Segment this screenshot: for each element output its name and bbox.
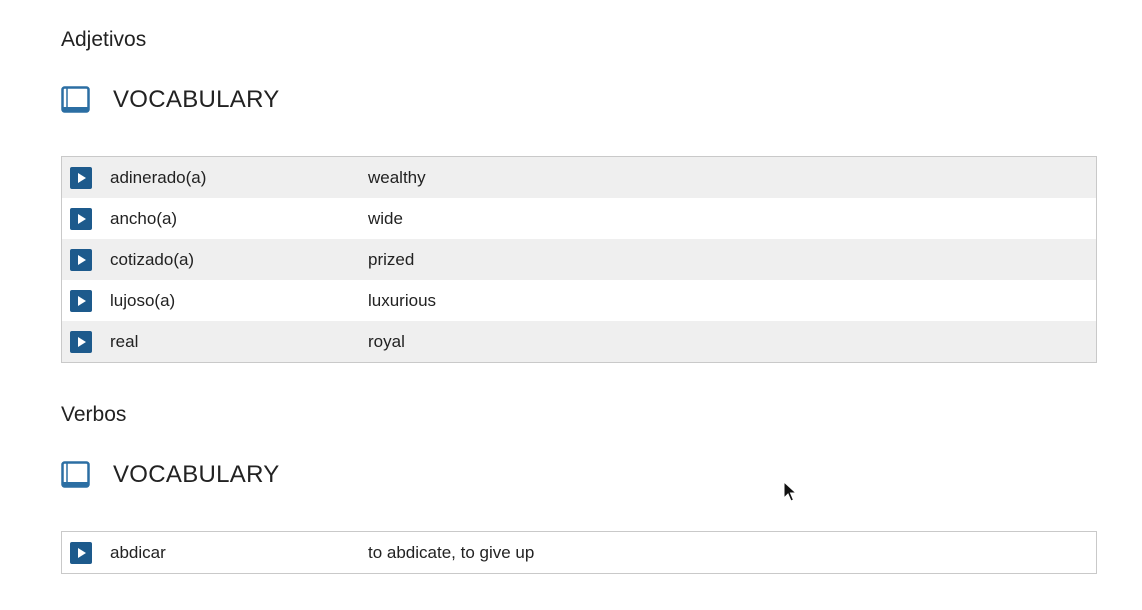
vocab-term: cotizado(a): [110, 249, 195, 269]
vocab-term: lujoso(a): [110, 290, 176, 310]
play-audio-button[interactable]: [70, 289, 92, 312]
play-audio-button[interactable]: [70, 166, 92, 189]
play-audio-button[interactable]: [70, 330, 92, 353]
play-audio-button[interactable]: [70, 541, 92, 564]
vocab-term: abdicar: [110, 542, 166, 562]
vocab-meaning: luxurious: [368, 290, 437, 310]
vocab-row: adinerado(a) wealthy: [62, 157, 1096, 198]
vocab-row: lujoso(a) luxurious: [62, 280, 1096, 321]
vocab-row: ancho(a) wide: [62, 198, 1096, 239]
vocab-term: ancho(a): [110, 208, 178, 228]
section-title-adjetivos: Adjetivos: [61, 28, 147, 51]
play-icon: [78, 213, 86, 224]
vocabulary-header: VOCABULARY: [61, 461, 280, 489]
play-icon: [78, 172, 86, 183]
vocab-row: real royal: [62, 321, 1096, 362]
vocabulary-header: VOCABULARY: [61, 86, 280, 114]
vocab-meaning: royal: [368, 331, 405, 351]
vocab-meaning: prized: [368, 249, 415, 269]
book-icon: [61, 461, 91, 489]
book-icon: [61, 86, 91, 114]
vocab-row: cotizado(a) prized: [62, 239, 1096, 280]
mouse-pointer-icon: [783, 480, 798, 503]
play-icon: [78, 254, 86, 265]
vocabulary-table: abdicar to abdicate, to give up: [61, 531, 1097, 574]
vocab-meaning: wide: [368, 208, 403, 228]
vocab-term: adinerado(a): [110, 167, 207, 187]
vocabulary-label: VOCABULARY: [113, 461, 280, 488]
play-icon: [78, 547, 86, 558]
play-audio-button[interactable]: [70, 248, 92, 271]
section-title-verbos: Verbos: [61, 403, 127, 426]
play-icon: [78, 295, 86, 306]
vocab-meaning: to abdicate, to give up: [368, 542, 535, 562]
play-icon: [78, 336, 86, 347]
vocab-meaning: wealthy: [368, 167, 426, 187]
vocab-term: real: [110, 331, 139, 351]
play-audio-button[interactable]: [70, 207, 92, 230]
vocabulary-label: VOCABULARY: [113, 86, 280, 113]
vocab-row: abdicar to abdicate, to give up: [62, 532, 1096, 573]
vocabulary-table: adinerado(a) wealthy ancho(a) wide cotiz…: [61, 156, 1097, 363]
